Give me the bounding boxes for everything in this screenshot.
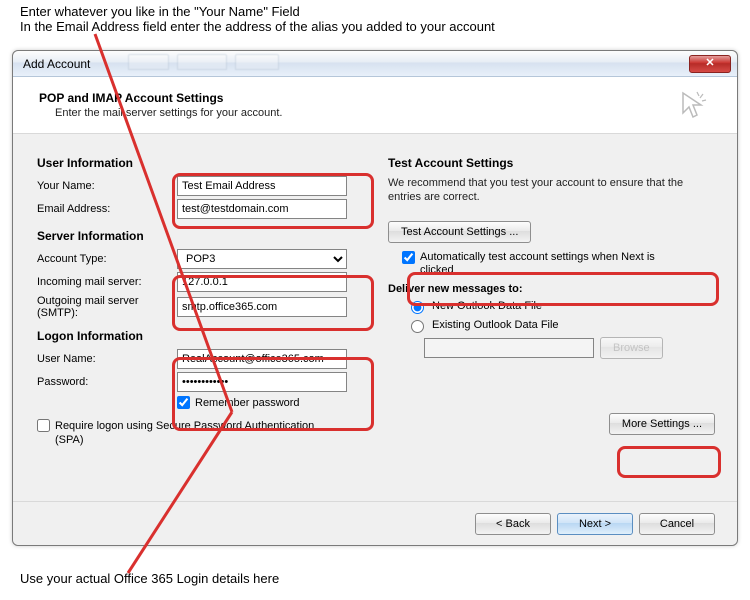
existing-data-file-radio[interactable] (411, 320, 424, 333)
user-info-title: User Information (37, 156, 364, 170)
outgoing-label: Outgoing mail server (SMTP): (37, 295, 177, 319)
remember-password-checkbox[interactable] (177, 396, 190, 409)
header-title: POP and IMAP Account Settings (39, 91, 715, 105)
password-label: Password: (37, 376, 177, 388)
deliver-title: Deliver new messages to: (388, 283, 715, 295)
background-tabs (128, 54, 548, 72)
auto-test-checkbox[interactable] (402, 251, 415, 264)
username-label: User Name: (37, 353, 177, 365)
outgoing-input[interactable] (177, 297, 347, 317)
test-account-button[interactable]: Test Account Settings ... (388, 221, 531, 243)
dialog-footer: < Back Next > Cancel (13, 501, 737, 545)
email-label: Email Address: (37, 203, 177, 215)
incoming-input[interactable] (177, 272, 347, 292)
test-settings-title: Test Account Settings (388, 156, 715, 170)
email-input[interactable] (177, 199, 347, 219)
spa-checkbox[interactable] (37, 419, 50, 432)
close-icon: ✕ (705, 57, 714, 69)
content-area: User Information Your Name: Email Addres… (13, 134, 737, 456)
new-data-file-radio[interactable] (411, 301, 424, 314)
next-button[interactable]: Next > (557, 513, 633, 535)
instruction-line1: Enter whatever you like in the "Your Nam… (20, 4, 495, 19)
username-input[interactable] (177, 349, 347, 369)
existing-file-path-input (424, 338, 594, 358)
remember-password-label: Remember password (195, 397, 300, 409)
logon-info-title: Logon Information (37, 329, 364, 343)
add-account-dialog: Add Account ✕ POP and IMAP Account Setti… (12, 50, 738, 546)
account-type-label: Account Type: (37, 253, 177, 265)
back-button[interactable]: < Back (475, 513, 551, 535)
browse-button[interactable]: Browse (600, 337, 663, 359)
instruction-bottom: Use your actual Office 365 Login details… (20, 571, 279, 586)
instruction-line2: In the Email Address field enter the add… (20, 19, 495, 34)
header-subtitle: Enter the mail server settings for your … (39, 107, 715, 119)
instruction-top: Enter whatever you like in the "Your Nam… (20, 4, 495, 34)
header-band: POP and IMAP Account Settings Enter the … (13, 77, 737, 134)
your-name-label: Your Name: (37, 180, 177, 192)
spa-label: Require logon using Secure Password Auth… (55, 419, 315, 448)
close-button[interactable]: ✕ (689, 55, 731, 73)
more-settings-button[interactable]: More Settings ... (609, 413, 715, 435)
your-name-input[interactable] (177, 176, 347, 196)
account-type-select[interactable]: POP3 (177, 249, 347, 269)
new-data-file-label: New Outlook Data File (432, 300, 542, 312)
server-info-title: Server Information (37, 229, 364, 243)
cursor-icon (677, 89, 709, 121)
existing-data-file-label: Existing Outlook Data File (432, 319, 559, 331)
cancel-button[interactable]: Cancel (639, 513, 715, 535)
password-input[interactable] (177, 372, 347, 392)
right-column: Test Account Settings We recommend that … (388, 146, 715, 448)
left-column: User Information Your Name: Email Addres… (37, 146, 364, 448)
incoming-label: Incoming mail server: (37, 276, 177, 288)
test-settings-desc: We recommend that you test your account … (388, 176, 715, 205)
auto-test-label: Automatically test account settings when… (420, 251, 670, 277)
